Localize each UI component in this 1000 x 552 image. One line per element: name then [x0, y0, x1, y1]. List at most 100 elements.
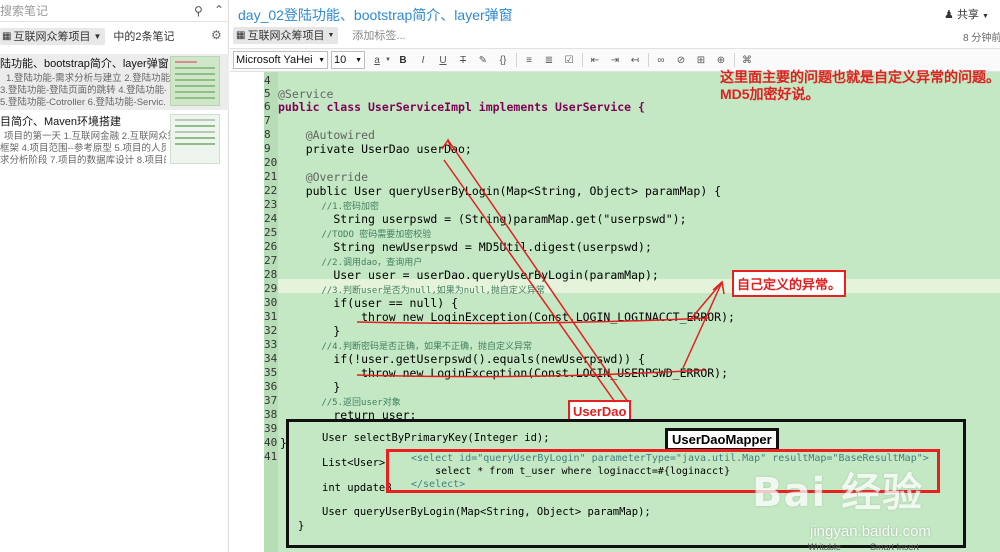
italic-icon[interactable]: I: [415, 55, 431, 66]
font-family-value: Microsoft YaHei: [236, 54, 313, 66]
code-line: //4.判断密码是否正确，如果不正确，抛自定义异常: [278, 342, 533, 352]
reminder-icon[interactable]: ⚙: [211, 28, 222, 42]
baidu-watermark-logo: Bai 经验: [752, 470, 924, 516]
toolbar-divider: [582, 53, 583, 67]
mapper-code-line: List<User>: [322, 457, 386, 469]
code-line: public User queryUserByLogin(Map<String,…: [278, 184, 722, 198]
app-window: ⚲ ⌃ ▦ 互联网众筹项目 ▼ 中的2条笔记 ⚙ 陆功能、bootstrap简介…: [0, 0, 1000, 552]
bold-icon[interactable]: B: [395, 55, 411, 66]
list-item[interactable]: 陆功能、bootstrap简介、layer弹窗 1.登陆功能-需求分析与建立 2…: [0, 54, 229, 110]
line-number: 9: [264, 142, 271, 155]
search-input[interactable]: [0, 3, 190, 18]
unlink-icon[interactable]: ⊘: [673, 55, 689, 66]
chevron-down-icon[interactable]: ▼: [385, 57, 391, 63]
insert-icon[interactable]: ⊕: [713, 55, 729, 66]
collapse-up-icon[interactable]: ⌃: [214, 3, 224, 17]
mapper-code-line: int updateB: [322, 482, 392, 494]
line-number: 40: [264, 436, 278, 449]
notebook-selector[interactable]: ▦ 互联网众筹项目 ▼: [0, 27, 106, 45]
notebook-filter-row: ▦ 互联网众筹项目 ▼ 中的2条笔记 ⚙: [0, 26, 229, 46]
xml-code-line: </select>: [411, 479, 466, 490]
line-number: 30: [264, 296, 278, 309]
code-line: throw new LoginException(Const.LOGIN_USE…: [278, 366, 729, 380]
line-number: 38: [264, 408, 278, 421]
font-size-select[interactable]: 10 ▼: [331, 51, 365, 69]
line-number: 34: [264, 352, 278, 365]
line-number: 27: [264, 254, 278, 267]
search-icon[interactable]: ⚲: [194, 4, 203, 18]
line-number: 26: [264, 240, 278, 253]
chevron-down-icon: ▼: [93, 31, 102, 41]
code-block-icon[interactable]: {}: [495, 55, 511, 66]
link-icon[interactable]: ∞: [653, 55, 669, 66]
note-count: 中的2条笔记: [113, 31, 175, 43]
line-number: 21: [264, 170, 278, 183]
code-line: public class UserServiceImpl implements …: [278, 100, 645, 114]
line-number: 33: [264, 338, 278, 351]
code-line: @Override: [278, 170, 369, 184]
status-insert: Smart Insert: [870, 542, 920, 552]
code-line: private UserDao userDao;: [278, 142, 472, 156]
line-number: 22: [264, 184, 278, 197]
more-icon[interactable]: ⌘: [739, 55, 755, 66]
line-number: 7: [264, 114, 271, 127]
line-number: 20: [264, 156, 278, 169]
note-thumbnail: [170, 56, 220, 106]
line-number: 4: [264, 74, 271, 87]
numbered-list-icon[interactable]: ≣: [541, 55, 557, 66]
notebook-label: 互联网众筹项目: [13, 31, 91, 43]
align-left-icon[interactable]: ⇤: [587, 55, 603, 66]
last-edited-time: 8 分钟前: [963, 33, 1000, 44]
search-bar: ⚲ ⌃: [0, 0, 229, 22]
code-line: User user = userDao.queryUserByLogin(par…: [278, 268, 659, 282]
table-icon[interactable]: ⊞: [693, 55, 709, 66]
font-family-select[interactable]: Microsoft YaHei ▼: [233, 51, 328, 69]
mapper-code-line: User queryUserByLogin(Map<String, Object…: [322, 506, 651, 518]
indent-icon[interactable]: ⇥: [607, 55, 623, 66]
code-line: //2.调用dao，查询用户: [278, 258, 423, 268]
chevron-down-icon: ▼: [318, 56, 325, 64]
code-line: //1.密码加密: [278, 202, 380, 212]
notebook-icon: ▦: [236, 29, 246, 41]
chevron-down-icon: ▼: [327, 31, 335, 39]
annotation-note-2: MD5加密好说。: [720, 86, 820, 102]
line-number: 23: [264, 198, 278, 211]
share-label: 共享: [956, 9, 979, 21]
tag-bar: ▦ 互联网众筹项目 ▼ 添加标签...: [233, 26, 406, 44]
outdent-icon[interactable]: ↤: [627, 55, 643, 66]
line-number: 37: [264, 394, 278, 407]
notebook-tag-label: 互联网众筹项目: [247, 30, 325, 42]
line-number: 6: [264, 100, 271, 113]
note-title: 陆功能、bootstrap简介、layer弹窗: [0, 58, 169, 70]
font-color-icon[interactable]: a: [369, 55, 385, 66]
add-tag-input[interactable]: 添加标签...: [352, 27, 405, 43]
notebook-tag-selector[interactable]: ▦ 互联网众筹项目 ▼: [233, 26, 339, 44]
mapper-code-line: }: [298, 520, 305, 532]
toolbar-divider: [734, 53, 735, 67]
code-line: String userpswd = (String)paramMap.get("…: [278, 212, 687, 226]
bullet-list-icon[interactable]: ≡: [521, 55, 537, 66]
share-button[interactable]: ♟ 共享 ▼: [944, 6, 989, 22]
code-line: throw new LoginException(Const.LOGIN_LOG…: [278, 310, 735, 324]
line-number: 36: [264, 380, 278, 393]
underline-icon[interactable]: U: [435, 55, 451, 66]
line-number: 39: [264, 422, 278, 435]
code-line: //3.判断user是否为null,如果为null,抛自定义异常: [278, 286, 545, 296]
checkbox-icon[interactable]: ☑: [561, 55, 577, 66]
highlight-icon[interactable]: ✎: [475, 55, 491, 66]
code-line: //5.返回user对象: [278, 398, 401, 408]
code-line: if(user == null) {: [278, 296, 459, 310]
mapper-label: UserDaoMapper: [665, 428, 779, 451]
note-title-heading[interactable]: day_02登陆功能、bootstrap简介、layer弹窗: [238, 5, 513, 25]
code-line: @Service: [278, 87, 334, 101]
font-size-value: 10: [334, 54, 347, 66]
line-number: 25: [264, 226, 278, 239]
strikethrough-icon[interactable]: T: [455, 55, 471, 66]
line-number: 28: [264, 268, 278, 281]
chevron-down-icon: ▼: [355, 56, 362, 64]
line-number: 31: [264, 310, 278, 323]
xml-code-line: select * from t_user where loginacct=#{l…: [411, 466, 731, 477]
note-snippet: 5.登陆功能-Cotroller 6.登陆功能-Servic...: [0, 97, 166, 108]
code-line: //TODO 密码需要加密校验: [278, 230, 432, 240]
list-item[interactable]: 目简介、Maven环境搭建 项目的第一天 1.互联网金融 2.互联网众筹 框架 …: [0, 112, 229, 168]
